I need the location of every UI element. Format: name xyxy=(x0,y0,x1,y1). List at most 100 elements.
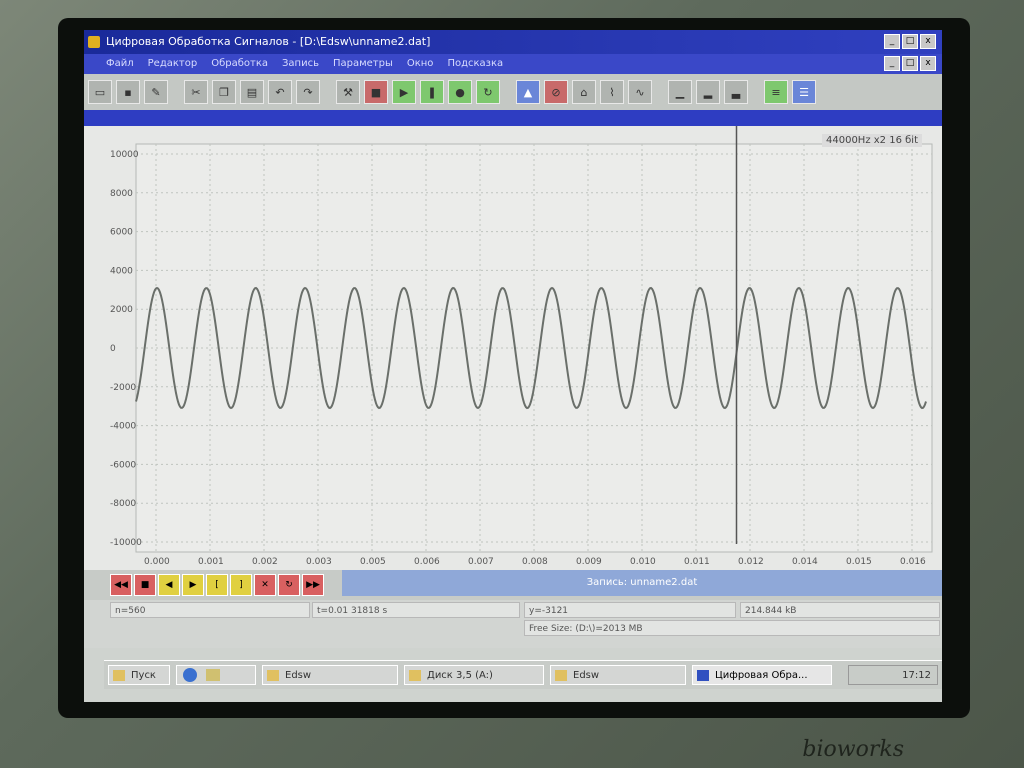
blue-bar xyxy=(84,110,942,126)
freq-label: 44000Hz x2 16 бit xyxy=(822,134,922,147)
open-icon[interactable]: ▭ xyxy=(88,80,112,104)
paste-icon[interactable]: ▤ xyxy=(240,80,264,104)
app-icon xyxy=(697,670,709,681)
y-tick-label: 0 xyxy=(110,344,116,354)
record-icon[interactable]: ● xyxy=(448,80,472,104)
doc-minimize-button[interactable]: _ xyxy=(884,56,900,71)
menu-parameters[interactable]: Параметры xyxy=(333,54,393,74)
floppy-icon xyxy=(409,670,421,681)
loop-button[interactable]: ↻ xyxy=(278,574,300,596)
spectrum-icon[interactable]: ⌇ xyxy=(600,80,624,104)
graph3-icon[interactable]: ▃ xyxy=(724,80,748,104)
task-edsw-2[interactable]: Edsw xyxy=(550,665,686,685)
screen: Цифровая Обработка Сигналов - [D:\Edsw\u… xyxy=(84,30,942,702)
next-button[interactable]: ▶ xyxy=(182,574,204,596)
bars-icon[interactable]: ≡ xyxy=(764,80,788,104)
monitor-brand: bioworks xyxy=(802,737,904,762)
time-value: t=0.01 31818 s xyxy=(312,602,520,618)
waveform-svg: 10000 8000 6000 4000 2000 0 -2000 -4000 -6000 -80… xyxy=(110,126,933,567)
ie-icon[interactable] xyxy=(183,668,197,682)
quick-launch[interactable] xyxy=(176,665,256,685)
file-size: 214.844 kB xyxy=(740,602,940,618)
menu-help[interactable]: Подсказка xyxy=(447,54,503,74)
task-dsp-app[interactable]: Цифровая Обра... xyxy=(692,665,832,685)
mark-end-button[interactable]: ] xyxy=(230,574,252,596)
task-label: Цифровая Обра... xyxy=(715,670,808,681)
menu-record[interactable]: Запись xyxy=(282,54,319,74)
y-tick-label: 4000 xyxy=(110,266,133,276)
task-floppy[interactable]: Диск 3,5 (A:) xyxy=(404,665,544,685)
folder-icon xyxy=(555,670,567,681)
clear-button[interactable]: ✕ xyxy=(254,574,276,596)
mark-start-button[interactable]: [ xyxy=(206,574,228,596)
start-label: Пуск xyxy=(131,670,156,681)
tool-icon[interactable]: ⚒ xyxy=(336,80,360,104)
x-tick-label: 0.016 xyxy=(900,557,926,567)
menu-editor[interactable]: Редактор xyxy=(148,54,198,74)
y-tick-label: -4000 xyxy=(110,422,136,432)
x-tick-label: 0.008 xyxy=(522,557,548,567)
menu-bar: Файл Редактор Обработка Запись Параметры… xyxy=(84,54,942,74)
doc-close-button[interactable]: x xyxy=(920,56,936,71)
desktop-icon[interactable] xyxy=(206,669,221,681)
stop-icon[interactable]: ■ xyxy=(364,80,388,104)
free-size: Free Size: (D:\)=2013 MB xyxy=(524,620,940,636)
y-tick-label: 10000 xyxy=(110,150,139,160)
x-tick-label: 0.007 xyxy=(468,557,494,567)
redo-icon[interactable]: ↷ xyxy=(296,80,320,104)
y-tick-label: 6000 xyxy=(110,228,133,238)
no-icon[interactable]: ⊘ xyxy=(544,80,568,104)
folder-icon xyxy=(267,670,279,681)
graph1-icon[interactable]: ▁ xyxy=(668,80,692,104)
y-tick-label: -10000 xyxy=(110,538,142,548)
doc-window-controls: _ □ x xyxy=(884,56,936,71)
clock: 17:12 xyxy=(902,670,931,681)
taskbar: Пуск Edsw Диск 3,5 (A:) Edsw Цифровая Об… xyxy=(104,660,942,689)
app-icon xyxy=(88,36,100,48)
y-tick-label: -8000 xyxy=(110,499,136,509)
scope-icon[interactable]: ⌂ xyxy=(572,80,596,104)
x-tick-label: 0.003 xyxy=(306,557,332,567)
start-button[interactable]: Пуск xyxy=(108,665,170,685)
x-tick-label: 0.014 xyxy=(792,557,818,567)
maximize-button[interactable]: □ xyxy=(902,34,918,49)
undo-icon[interactable]: ↶ xyxy=(268,80,292,104)
close-button[interactable]: x xyxy=(920,34,936,49)
loop-icon[interactable]: ↻ xyxy=(476,80,500,104)
y-tick-label: 8000 xyxy=(110,189,133,199)
save-icon[interactable]: ▪ xyxy=(116,80,140,104)
copy-icon[interactable]: ❐ xyxy=(212,80,236,104)
prev-button[interactable]: ◀ xyxy=(158,574,180,596)
task-label: Edsw xyxy=(285,670,312,681)
window-icon[interactable]: ☰ xyxy=(792,80,816,104)
pen-icon[interactable]: ✎ xyxy=(144,80,168,104)
task-label: Диск 3,5 (A:) xyxy=(427,670,493,681)
filter-icon[interactable]: ▲ xyxy=(516,80,540,104)
menu-processing[interactable]: Обработка xyxy=(211,54,268,74)
graph2-icon[interactable]: ▂ xyxy=(696,80,720,104)
x-tick-label: 0.015 xyxy=(846,557,872,567)
pause-icon[interactable]: ❚ xyxy=(420,80,444,104)
doc-maximize-button[interactable]: □ xyxy=(902,56,918,71)
x-tick-label: 0.006 xyxy=(414,557,440,567)
cut-icon[interactable]: ✂ xyxy=(184,80,208,104)
x-tick-label: 0.001 xyxy=(198,557,224,567)
play-icon[interactable]: ▶ xyxy=(392,80,416,104)
x-tick-label: 0.011 xyxy=(684,557,710,567)
y-tick-label: -6000 xyxy=(110,460,136,470)
stop-button[interactable]: ■ xyxy=(134,574,156,596)
wave-icon[interactable]: ∿ xyxy=(628,80,652,104)
menu-file[interactable]: Файл xyxy=(106,54,134,74)
waveform-plot[interactable]: 10000 8000 6000 4000 2000 0 -2000 -4000 -6000 -80… xyxy=(84,126,942,570)
task-label: Edsw xyxy=(573,670,600,681)
window-title: Цифровая Обработка Сигналов - [D:\Edsw\u… xyxy=(106,35,431,48)
task-edsw-1[interactable]: Edsw xyxy=(262,665,398,685)
rewind-button[interactable]: ◀◀ xyxy=(110,574,132,596)
y-tick-label: -2000 xyxy=(110,383,136,393)
end-button[interactable]: ▶▶ xyxy=(302,574,324,596)
menu-window[interactable]: Окно xyxy=(407,54,434,74)
amplitude-value: y=-3121 xyxy=(524,602,736,618)
system-tray: 17:12 xyxy=(848,665,938,685)
minimize-button[interactable]: _ xyxy=(884,34,900,49)
y-tick-label: 2000 xyxy=(110,305,133,315)
